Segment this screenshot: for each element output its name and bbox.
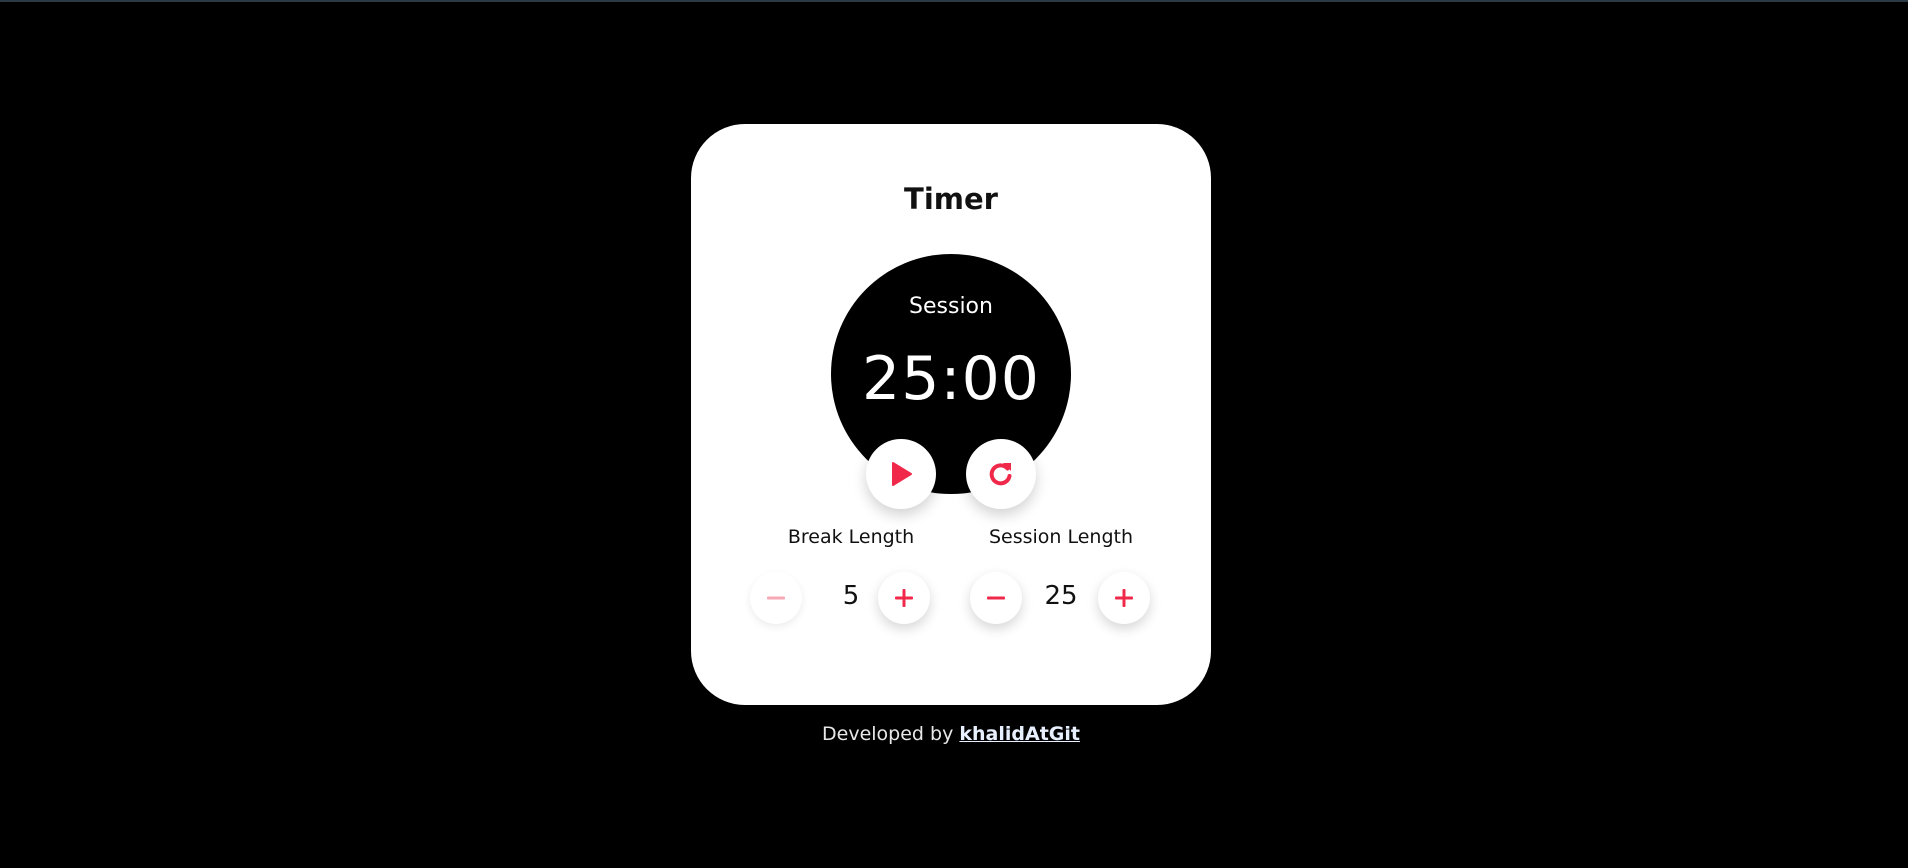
plus-icon (1115, 589, 1133, 607)
minus-icon (767, 596, 785, 600)
play-icon (892, 462, 912, 486)
top-border-line (0, 0, 1908, 2)
footer-credit: Developed by khalidAtGit (691, 723, 1211, 745)
reset-button[interactable] (966, 439, 1036, 509)
timer-label: Session (909, 294, 993, 319)
start-stop-button[interactable] (866, 439, 936, 509)
author-link[interactable]: khalidAtGit (959, 723, 1080, 745)
minus-icon (987, 596, 1005, 600)
session-increment-button[interactable] (1098, 572, 1150, 624)
break-length-label: Break Length (787, 526, 915, 548)
timer-card: Timer Session 25:00 Break Length Session… (691, 124, 1211, 705)
reset-icon (989, 463, 1012, 486)
footer-prefix: Developed by (822, 723, 954, 745)
page-title: Timer (904, 182, 998, 216)
break-length-value: 5 (842, 581, 860, 611)
break-decrement-button[interactable] (750, 572, 802, 624)
break-increment-button[interactable] (878, 572, 930, 624)
session-length-value: 25 (1044, 581, 1078, 611)
plus-icon (895, 589, 913, 607)
session-length-label: Session Length (988, 526, 1134, 548)
time-left: 25:00 (862, 344, 1040, 414)
session-decrement-button[interactable] (970, 572, 1022, 624)
clock-face: Session 25:00 (831, 254, 1071, 494)
